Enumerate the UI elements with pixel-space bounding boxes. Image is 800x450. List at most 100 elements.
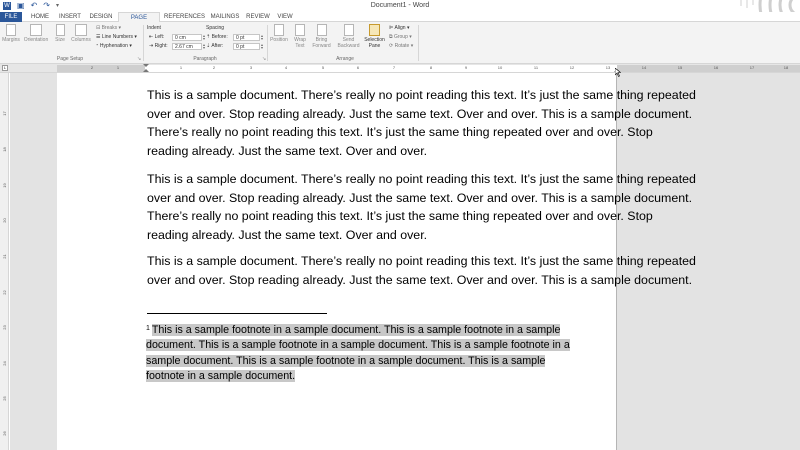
margins-icon <box>6 24 16 36</box>
indent-label: Indent <box>147 25 161 31</box>
spacing-label: Spacing <box>206 25 225 31</box>
spacing-after-spinner[interactable]: ▴ ▾ <box>260 43 264 50</box>
spacing-before-spinner[interactable]: ▴ ▾ <box>260 34 264 41</box>
position-button[interactable]: Position <box>268 24 290 43</box>
ruler-number: 20 <box>2 218 7 223</box>
tab-review[interactable]: REVIEW <box>245 12 271 22</box>
text-line: This is a sample document. There’s reall… <box>147 254 696 268</box>
tab-home[interactable]: HOME <box>28 12 52 22</box>
position-icon <box>274 24 284 36</box>
ruler-number: 11 <box>533 65 539 70</box>
text-line: over and over. Stop reading already. Jus… <box>147 106 693 121</box>
group-button[interactable]: ⧉ Group ▾ <box>389 34 412 41</box>
vertical-ruler[interactable]: 17 18 19 20 21 22 23 24 25 26 <box>0 73 9 450</box>
send-backward-button[interactable]: Send Backward <box>335 24 362 49</box>
ruler-number: 18 <box>783 65 789 70</box>
line-numbers-button[interactable]: ☰ Line Numbers ▾ <box>96 34 137 41</box>
tab-file[interactable]: FILE <box>0 12 22 22</box>
footnote-line: footnote in a sample document. <box>146 369 614 384</box>
text-line: This is a sample document. There’s reall… <box>147 88 696 102</box>
send-backward-icon <box>343 24 354 36</box>
ruler-number: 24 <box>2 361 7 366</box>
ruler-number: 23 <box>2 325 7 330</box>
tab-insert[interactable]: INSERT <box>56 12 84 22</box>
ruler-number: 21 <box>2 254 7 259</box>
ruler-number: 1 <box>179 65 183 70</box>
footnote[interactable]: 1 This is a sample footnote in a sample d… <box>146 321 614 385</box>
indent-left-icon: ⇤ <box>149 34 154 40</box>
ruler-number: 13 <box>605 65 611 70</box>
breaks-button[interactable]: ⊟ Breaks ▾ <box>96 25 121 32</box>
ruler-number: 1 <box>116 65 120 70</box>
footnote-line: sample document. This is a sample footno… <box>146 354 614 369</box>
columns-button[interactable]: Columns <box>68 24 94 43</box>
ruler-number: 7 <box>392 65 396 70</box>
indent-left-input[interactable]: 0 cm <box>172 34 202 41</box>
ruler-number: 19 <box>2 183 7 188</box>
ribbon: Margins Orientation Size Columns ⊟ Break… <box>0 22 800 64</box>
rotate-button[interactable]: ⟳ Rotate ▾ <box>389 43 413 50</box>
spacing-before-icon: ⇡ <box>206 34 211 40</box>
size-icon <box>55 24 65 36</box>
footnote-number: 1 <box>146 325 150 332</box>
spacing-after-label: ⇣ After: <box>206 43 224 49</box>
ruler-number: 10 <box>497 65 503 70</box>
ruler-number: 12 <box>569 65 575 70</box>
footnote-text-selected: document. This is a sample footnote in a… <box>146 339 570 352</box>
ruler-number: 16 <box>713 65 719 70</box>
paragraph-2[interactable]: This is a sample document. There’s reall… <box>147 170 717 245</box>
horizontal-ruler[interactable]: L 2 1 1 2 3 4 5 6 7 8 9 10 11 12 13 14 1… <box>0 64 800 73</box>
paragraph-3[interactable]: This is a sample document. There’s reall… <box>147 252 717 289</box>
text-line: over and over. Stop reading already. Jus… <box>147 190 693 205</box>
page-setup-launcher-icon[interactable]: ↘ <box>137 56 141 62</box>
tab-references[interactable]: REFERENCES <box>164 12 205 22</box>
text-line: over and over. Stop reading already. Jus… <box>147 272 693 287</box>
footnote-text-selected: This is a sample footnote in a sample do… <box>151 324 561 336</box>
selection-pane-icon <box>369 24 380 36</box>
ruler-number: 18 <box>2 147 7 152</box>
ribbon-tabs: FILE HOME INSERT DESIGN PAGE LAYOUT REFE… <box>0 12 800 31</box>
divider <box>418 25 419 61</box>
paragraph-launcher-icon[interactable]: ↘ <box>262 56 266 62</box>
ruler-number: 26 <box>2 431 7 436</box>
ruler-number: 14 <box>641 65 647 70</box>
footnote-line: document. This is a sample footnote in a… <box>146 338 614 353</box>
spacing-after-input[interactable]: 0 pt <box>233 43 260 50</box>
spacing-before-label: ⇡ Before: <box>206 34 228 40</box>
tab-selector-icon[interactable]: L <box>2 65 8 71</box>
size-button[interactable]: Size <box>52 24 68 43</box>
hyphenation-button[interactable]: ⁃ Hyphenation ▾ <box>96 43 132 50</box>
ruler-number: 9 <box>464 65 468 70</box>
arrange-group-label: Arrange <box>336 56 354 62</box>
ruler-left-margin <box>57 65 145 72</box>
tab-view[interactable]: VIEW <box>274 12 296 22</box>
ruler-number: 17 <box>2 111 7 116</box>
footnote-separator <box>147 313 327 314</box>
orientation-icon <box>30 24 42 36</box>
wrap-text-button[interactable]: Wrap Text <box>290 24 310 49</box>
ruler-number: 4 <box>284 65 288 70</box>
ruler-number: 15 <box>677 65 683 70</box>
page-setup-group-label: Page Setup <box>56 56 84 62</box>
text-line: reading already. Just the same text. Ove… <box>147 144 428 159</box>
footnote-line: 1 This is a sample footnote in a sample d… <box>146 321 614 338</box>
footnote-text-selected: footnote in a sample document. <box>146 370 296 383</box>
margins-button[interactable]: Margins <box>1 24 21 43</box>
bring-forward-button[interactable]: Bring Forward <box>309 24 334 49</box>
orientation-button[interactable]: Orientation <box>21 24 51 43</box>
bring-forward-icon <box>316 24 327 36</box>
selection-pane-button[interactable]: Selection Pane <box>362 24 387 49</box>
ruler-number: 5 <box>321 65 325 70</box>
tab-mailings[interactable]: MAILINGS <box>208 12 242 22</box>
text-line: There’s really no point reading this tex… <box>147 209 653 224</box>
spacing-before-input[interactable]: 0 pt <box>233 34 260 41</box>
align-button[interactable]: ⊫ Align ▾ <box>389 25 410 32</box>
first-line-indent-marker[interactable] <box>143 64 149 67</box>
tab-design[interactable]: DESIGN <box>87 12 115 22</box>
ruler-number: 22 <box>2 290 7 295</box>
paragraph-1[interactable]: This is a sample document. There’s reall… <box>147 86 717 161</box>
mouse-pointer-icon <box>615 68 621 77</box>
indent-right-input[interactable]: 2.67 cm <box>172 43 202 50</box>
ruler-number: 8 <box>429 65 433 70</box>
hanging-indent-marker[interactable] <box>143 69 149 72</box>
